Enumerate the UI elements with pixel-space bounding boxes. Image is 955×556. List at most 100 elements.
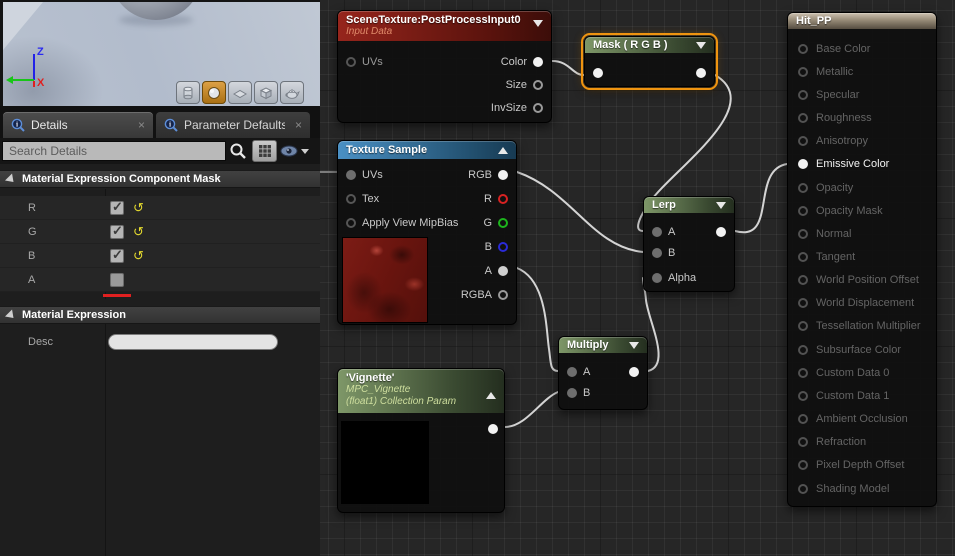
pin-circle[interactable] (567, 388, 577, 398)
output-pin-r[interactable]: R (484, 189, 508, 209)
input-pin-ambient-occlusion[interactable]: Ambient Occlusion (788, 408, 936, 431)
pin-circle[interactable] (652, 227, 662, 237)
node-vignette-header[interactable]: 'Vignette' MPC_Vignette (float1) Collect… (338, 369, 504, 413)
input-pin-opacity-mask[interactable]: Opacity Mask (788, 199, 936, 222)
input-pin-tessellation-multiplier[interactable]: Tessellation Multiplier (788, 315, 936, 338)
pin-circle[interactable] (798, 205, 808, 216)
pin-circle[interactable] (798, 136, 808, 147)
pin-circle[interactable] (498, 290, 508, 300)
input-pin-shading-model[interactable]: Shading Model (788, 477, 936, 500)
reset-to-default-icon[interactable]: ↺ (133, 225, 144, 238)
chevron-up-icon[interactable] (498, 147, 508, 154)
chevron-down-icon[interactable] (533, 20, 543, 27)
pin-circle[interactable] (346, 57, 356, 67)
input-pin-normal[interactable]: Normal (788, 222, 936, 245)
preview-shape-cube-button[interactable] (254, 81, 278, 104)
pin-circle[interactable] (567, 367, 577, 377)
display-filter-grid-button[interactable] (252, 140, 277, 162)
input-pin-b[interactable]: B (567, 383, 590, 403)
pin-circle[interactable] (798, 228, 808, 239)
pin-circle[interactable] (498, 242, 508, 252)
node-lerp[interactable]: Lerp A B Alpha (643, 196, 735, 292)
input-pin-b[interactable]: B (652, 243, 675, 263)
chevron-down-icon[interactable] (716, 202, 726, 209)
mask-input-pin[interactable] (593, 63, 603, 83)
pin-circle[interactable] (488, 424, 498, 434)
details-column-splitter[interactable] (105, 324, 106, 556)
node-texture-sample[interactable]: Texture Sample UVs Tex Apply View MipBia… (337, 140, 517, 325)
input-pin-roughness[interactable]: Roughness (788, 106, 936, 129)
pin-circle[interactable] (498, 170, 508, 180)
output-pin-rgba[interactable]: RGBA (461, 285, 508, 305)
pin-circle[interactable] (346, 218, 356, 228)
input-pin-subsurface-color[interactable]: Subsurface Color (788, 338, 936, 361)
input-pin-anisotropy[interactable]: Anisotropy (788, 130, 936, 153)
output-pin-g[interactable]: G (483, 213, 508, 233)
output-pin-size[interactable]: Size (506, 75, 543, 95)
output-pin-b[interactable]: B (485, 237, 508, 257)
pin-circle[interactable] (652, 273, 662, 283)
pin-circle[interactable] (798, 344, 808, 355)
preview-shape-plane-button[interactable] (228, 81, 252, 104)
checkbox-a[interactable]: ✓ (110, 272, 124, 287)
pin-circle[interactable] (798, 43, 808, 54)
input-pin-alpha[interactable]: Alpha (652, 268, 696, 288)
output-pin-a[interactable]: A (485, 261, 508, 281)
pin-circle[interactable] (346, 194, 356, 204)
chevron-down-icon[interactable] (629, 342, 639, 349)
pin-circle[interactable] (696, 68, 706, 78)
node-multiply-header[interactable]: Multiply (559, 337, 647, 353)
checkbox-g[interactable]: ✓ (110, 223, 124, 239)
input-pin-world-position-offset[interactable]: World Position Offset (788, 269, 936, 292)
pin-circle[interactable] (593, 68, 603, 78)
node-lerp-header[interactable]: Lerp (644, 197, 734, 213)
pin-circle[interactable] (798, 298, 808, 309)
checkbox-r[interactable]: ✓ (110, 199, 124, 215)
vignette-output-pin[interactable] (488, 419, 498, 439)
pin-circle[interactable] (798, 367, 808, 378)
pin-circle[interactable] (798, 113, 808, 124)
pin-circle[interactable] (629, 367, 639, 377)
input-pin-tangent[interactable]: Tangent (788, 245, 936, 268)
pin-circle[interactable] (533, 57, 543, 67)
reset-to-default-icon[interactable]: ↺ (133, 249, 144, 262)
input-pin-uvs[interactable]: UVs (346, 52, 383, 72)
input-pin-a[interactable]: A (652, 222, 675, 242)
search-details-input[interactable] (2, 141, 226, 161)
pin-circle[interactable] (798, 159, 808, 170)
pin-circle[interactable] (798, 483, 808, 494)
reset-to-default-icon[interactable]: ↺ (133, 201, 144, 214)
pin-circle[interactable] (798, 66, 808, 77)
output-pin-invsize[interactable]: InvSize (491, 98, 543, 118)
node-scenetexture-header[interactable]: SceneTexture:PostProcessInput0 Input Dat… (338, 11, 551, 41)
input-pin-apply-view-mipbias[interactable]: Apply View MipBias (346, 213, 458, 233)
mask-output-pin[interactable] (696, 63, 706, 83)
input-pin-specular[interactable]: Specular (788, 83, 936, 106)
input-pin-opacity[interactable]: Opacity (788, 176, 936, 199)
pin-circle[interactable] (498, 194, 508, 204)
pin-circle[interactable] (798, 390, 808, 401)
output-pin-rgb[interactable]: RGB (468, 165, 508, 185)
tab-details-close-icon[interactable]: × (138, 118, 145, 132)
material-node-graph[interactable]: SceneTexture:PostProcessInput0 Input Dat… (320, 0, 955, 556)
tab-details[interactable]: i Details × (3, 112, 153, 138)
node-texture-sample-header[interactable]: Texture Sample (338, 141, 516, 159)
input-pin-metallic[interactable]: Metallic (788, 60, 936, 83)
view-options-button[interactable] (280, 140, 310, 162)
input-pin-custom-data-1[interactable]: Custom Data 1 (788, 384, 936, 407)
section-header-material-expression[interactable]: Material Expression (0, 306, 320, 324)
pin-circle[interactable] (798, 437, 808, 448)
pin-circle[interactable] (798, 251, 808, 262)
desc-field[interactable] (108, 334, 278, 350)
input-pin-emissive-color[interactable]: Emissive Color (788, 153, 936, 176)
material-preview-viewport[interactable]: Z X (0, 0, 320, 106)
node-mask-header[interactable]: Mask ( R G B ) (585, 37, 714, 53)
pin-circle[interactable] (346, 170, 356, 180)
preview-shape-cylinder-button[interactable] (176, 81, 200, 104)
node-scenetexture[interactable]: SceneTexture:PostProcessInput0 Input Dat… (337, 10, 552, 123)
chevron-up-icon[interactable] (486, 392, 496, 399)
input-pin-refraction[interactable]: Refraction (788, 431, 936, 454)
pin-circle[interactable] (498, 266, 508, 276)
pin-circle[interactable] (798, 182, 808, 193)
checkbox-b[interactable]: ✓ (110, 247, 124, 263)
